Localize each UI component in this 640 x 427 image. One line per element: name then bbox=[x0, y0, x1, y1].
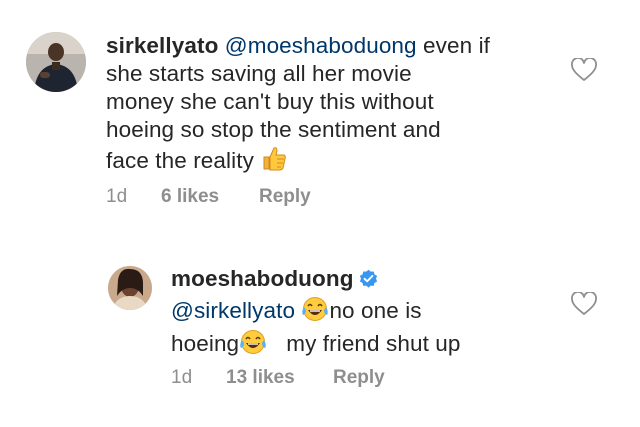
verified-badge-icon bbox=[358, 268, 379, 296]
reply-button[interactable]: Reply bbox=[259, 186, 311, 208]
thumbs-up-emoji-icon bbox=[260, 144, 288, 179]
comment-text-line-2a: hoeing bbox=[171, 331, 240, 356]
comment-username[interactable]: moeshaboduong bbox=[171, 266, 354, 291]
comment-text-line-3: money she can't buy this without bbox=[106, 89, 434, 114]
comment-text-line-1: even if bbox=[416, 33, 491, 58]
avatar-photo bbox=[108, 266, 152, 310]
avatar-photo bbox=[26, 32, 86, 92]
mention-link[interactable]: @sirkellyato bbox=[171, 298, 295, 323]
comment-text-line-1: no one is bbox=[329, 298, 422, 323]
heart-outline-icon[interactable] bbox=[571, 291, 597, 316]
comment-meta: 1d 6 likes Reply bbox=[106, 186, 311, 208]
comment-text-line-5: face the reality bbox=[106, 148, 261, 173]
face-with-tears-of-joy-icon bbox=[301, 296, 329, 329]
reply-button[interactable]: Reply bbox=[333, 367, 385, 389]
likes-count[interactable]: 13 likes bbox=[226, 367, 333, 389]
comment-time: 1d bbox=[171, 367, 193, 388]
avatar[interactable] bbox=[108, 266, 152, 310]
heart-outline-icon[interactable] bbox=[571, 57, 597, 82]
comment-text: moeshaboduong @sirkellyato no one is hoe… bbox=[171, 265, 571, 362]
comment-text: sirkellyato @moeshaboduong even if she s… bbox=[106, 32, 546, 179]
comment-text-line-2b: my friend shut up bbox=[286, 331, 461, 356]
mention-link[interactable]: @moeshaboduong bbox=[225, 33, 417, 58]
comment-text-line-2: she starts saving all her movie bbox=[106, 61, 412, 86]
comment-username[interactable]: sirkellyato bbox=[106, 33, 218, 58]
avatar[interactable] bbox=[26, 32, 86, 92]
likes-count[interactable]: 6 likes bbox=[161, 186, 259, 208]
face-with-tears-of-joy-icon bbox=[239, 329, 267, 362]
comment-time: 1d bbox=[106, 186, 128, 207]
comment-meta: 1d 13 likes Reply bbox=[171, 367, 385, 389]
comment-text-line-4: hoeing so stop the sentiment and bbox=[106, 117, 441, 142]
